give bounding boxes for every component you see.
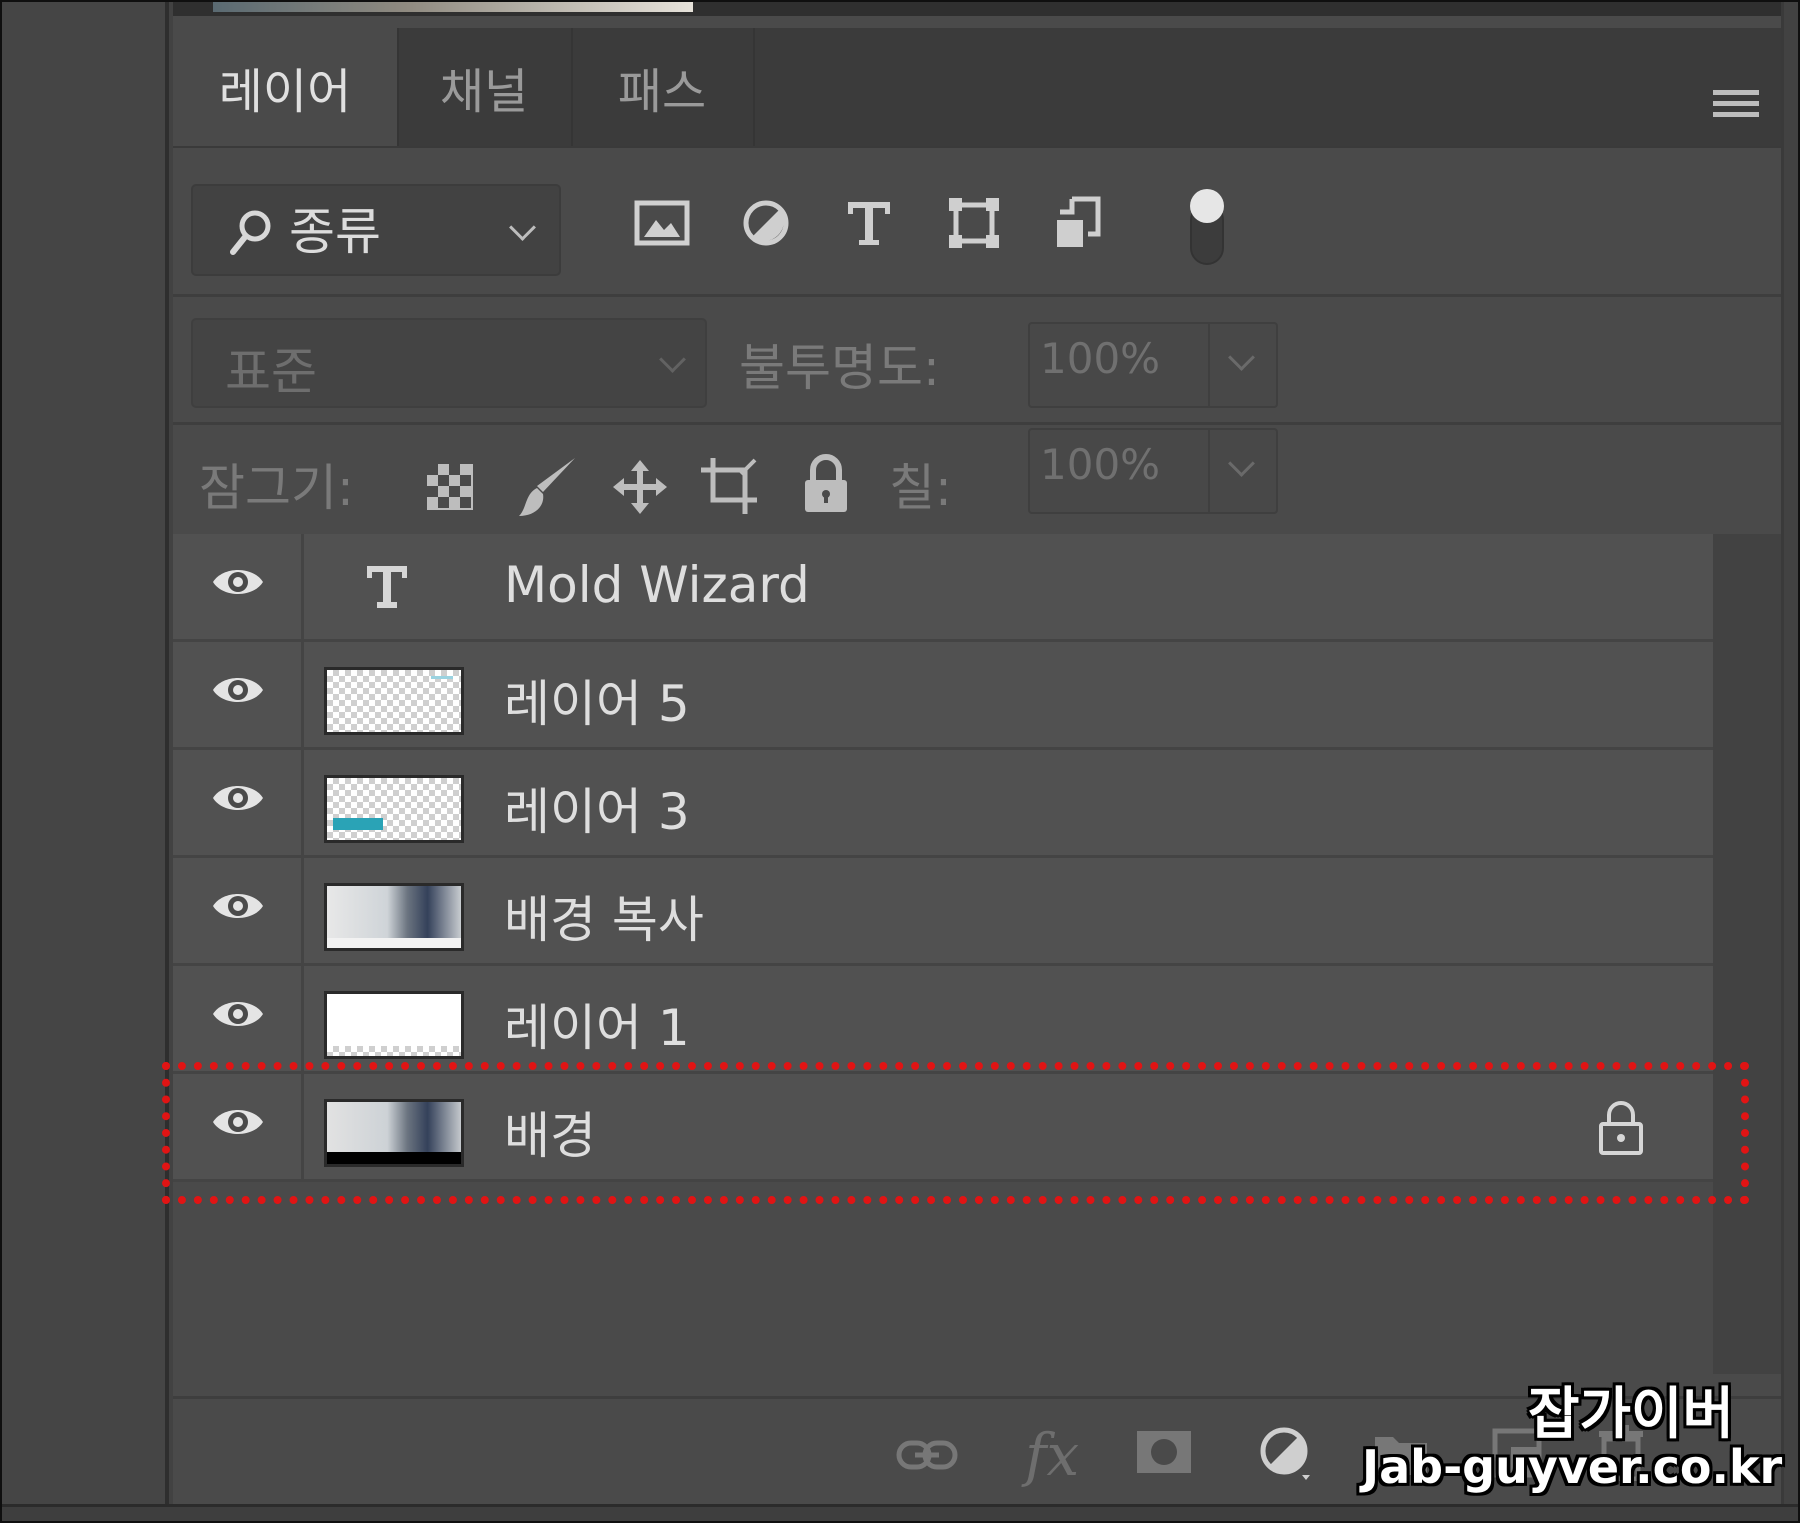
canvas-edge xyxy=(173,2,1781,16)
chevron-down-icon xyxy=(1228,344,1255,371)
fill-field[interactable]: 100% xyxy=(1028,428,1278,514)
panel-menu-icon[interactable] xyxy=(1713,90,1759,126)
lock-image-pixels-icon[interactable] xyxy=(517,454,579,520)
filter-kind-select[interactable]: 종류 xyxy=(191,184,561,276)
scrollbar-track[interactable] xyxy=(1713,534,1781,1374)
visibility-toggle[interactable] xyxy=(173,1074,304,1179)
panel-tabbar: 레이어 채널 패스 xyxy=(173,28,1781,148)
tab-layers[interactable]: 레이어 xyxy=(173,28,399,146)
layer-name: 배경 복사 xyxy=(504,891,704,949)
layer-thumbnail xyxy=(324,667,464,735)
fill-label: 칠: xyxy=(889,459,952,517)
layer-list: Mold Wizard 레이어 5 레이어 3 배경 복사 레이어 1 배경 xyxy=(173,534,1713,1194)
type-filter-icon[interactable] xyxy=(845,198,893,248)
image-filter-icon[interactable] xyxy=(634,200,690,246)
tab-label: 채널 xyxy=(439,64,529,120)
link-icon[interactable] xyxy=(895,1435,959,1475)
fx-icon[interactable]: fx xyxy=(1025,1421,1079,1489)
layer-thumbnail xyxy=(324,991,464,1059)
opacity-field[interactable]: 100% xyxy=(1028,322,1278,408)
layer-name: Mold Wizard xyxy=(504,556,810,614)
tab-label: 패스 xyxy=(617,64,707,120)
layer-name: 레이어 5 xyxy=(504,675,690,733)
opacity-label: 불투명도: xyxy=(739,339,940,397)
eye-icon xyxy=(213,1002,263,1026)
layer-row-background-copy[interactable]: 배경 복사 xyxy=(173,858,1713,966)
opacity-value: 100% xyxy=(1040,334,1161,383)
lock-icon[interactable] xyxy=(1598,1100,1644,1156)
smart-object-filter-icon[interactable] xyxy=(1054,196,1102,250)
shape-filter-icon[interactable] xyxy=(947,196,1001,250)
fill-dropdown[interactable] xyxy=(1208,430,1276,512)
blend-mode-select[interactable]: 표준 xyxy=(191,318,707,408)
layers-panel: 레이어 채널 패스 종류 표준 불투명도: 100% 잠그기: 칠: 100% … xyxy=(173,2,1784,1507)
layer-row-background[interactable]: 배경 xyxy=(173,1074,1713,1182)
layer-row-layer-1[interactable]: 레이어 1 xyxy=(173,966,1713,1074)
tab-channels[interactable]: 채널 xyxy=(397,28,573,146)
layer-thumbnail xyxy=(324,883,464,951)
opacity-dropdown[interactable] xyxy=(1208,324,1276,406)
window-bottom-edge xyxy=(2,1504,1798,1521)
chevron-down-icon xyxy=(659,346,686,373)
layer-name: 레이어 3 xyxy=(504,783,690,841)
watermark-title: 잡가이버 xyxy=(1528,1382,1735,1447)
app-window: 레이어 채널 패스 종류 표준 불투명도: 100% 잠그기: 칠: 100% … xyxy=(0,0,1800,1523)
blend-mode-label: 표준 xyxy=(225,343,317,401)
eye-icon xyxy=(213,570,263,594)
search-icon xyxy=(230,210,271,255)
eye-icon xyxy=(213,894,263,918)
divider xyxy=(173,294,1781,297)
lock-position-icon[interactable] xyxy=(611,458,669,516)
lock-artboard-icon[interactable] xyxy=(699,456,761,518)
visibility-toggle[interactable] xyxy=(173,750,304,855)
chevron-down-icon xyxy=(1228,450,1255,477)
lock-all-icon[interactable] xyxy=(801,454,851,514)
watermark-url: Jab-guyver.co.kr xyxy=(1362,1440,1783,1494)
eye-icon xyxy=(213,1110,263,1134)
lock-label: 잠그기: xyxy=(199,459,354,517)
adjustment-layer-icon[interactable] xyxy=(1258,1425,1314,1481)
filter-toggle-icon[interactable] xyxy=(1185,184,1229,268)
eye-icon xyxy=(213,786,263,810)
layer-row-layer-5[interactable]: 레이어 5 xyxy=(173,642,1713,750)
visibility-toggle[interactable] xyxy=(173,534,304,639)
layer-name: 레이어 1 xyxy=(504,999,690,1057)
left-dock xyxy=(2,2,169,1521)
mask-icon[interactable] xyxy=(1135,1429,1193,1475)
layer-row-mold-wizard[interactable]: Mold Wizard xyxy=(173,534,1713,642)
chevron-down-icon xyxy=(509,214,536,241)
adjustment-filter-icon[interactable] xyxy=(741,198,791,248)
layer-thumbnail xyxy=(324,1099,464,1167)
layer-row-layer-3[interactable]: 레이어 3 xyxy=(173,750,1713,858)
fill-value: 100% xyxy=(1040,440,1161,489)
filter-kind-label: 종류 xyxy=(289,203,381,261)
visibility-toggle[interactable] xyxy=(173,858,304,963)
tab-label: 레이어 xyxy=(218,64,352,120)
eye-icon xyxy=(213,678,263,702)
divider xyxy=(173,422,1781,425)
text-layer-icon xyxy=(367,566,407,608)
layer-name: 배경 xyxy=(504,1107,596,1165)
tab-paths[interactable]: 패스 xyxy=(571,28,755,146)
layer-thumbnail xyxy=(324,775,464,843)
visibility-toggle[interactable] xyxy=(173,966,304,1071)
lock-transparent-pixels-icon[interactable] xyxy=(425,462,475,512)
visibility-toggle[interactable] xyxy=(173,642,304,747)
